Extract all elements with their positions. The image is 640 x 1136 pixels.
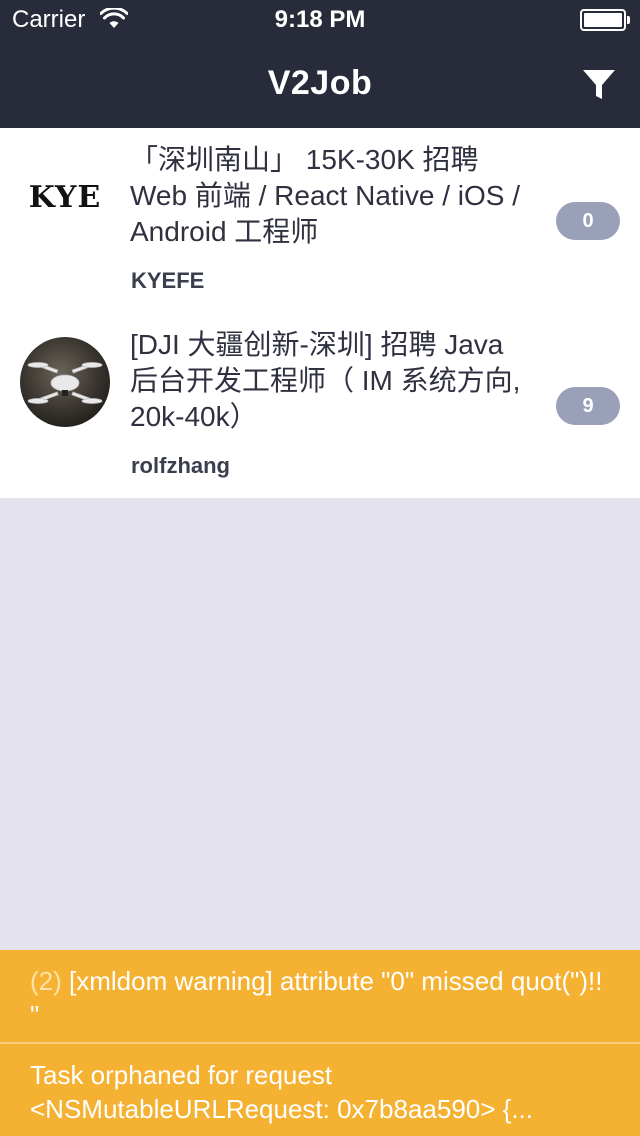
warning-banners: (2) [xmldom warning] attribute "0" misse… [0,950,640,1136]
warning-message: [xmldom warning] attribute "0" missed qu… [30,966,603,1030]
reply-count-badge: 9 [556,387,620,425]
screen: Carrier 9:18 PM V2Job KYE 「深圳南山」 15K-30K… [0,0,640,1136]
job-title: [DJI 大疆创新-深圳] 招聘 Java 后台开发工程师（ IM 系统方向, … [130,329,521,432]
list-item[interactable]: [DJI 大疆创新-深圳] 招聘 Java 后台开发工程师（ IM 系统方向, … [0,313,640,498]
warning-message-line: <NSMutableURLRequest: 0x7b8aa590> {... [30,1094,534,1124]
status-bar: Carrier 9:18 PM [0,0,640,40]
warning-message-line: Task orphaned for request [30,1060,333,1090]
clock: 9:18 PM [274,6,366,33]
yellowbox-warning[interactable]: (2) [xmldom warning] attribute "0" misse… [0,950,640,1042]
drone-image [20,337,110,427]
header: Carrier 9:18 PM V2Job [0,0,640,128]
battery-icon [580,9,630,31]
job-author: KYEFE [131,268,205,293]
job-title: 「深圳南山」 15K-30K 招聘 Web 前端 / React Native … [130,144,521,247]
avatar [20,337,110,427]
avatar: KYE [20,152,110,242]
yellowbox-warning[interactable]: Task orphaned for request <NSMutableURLR… [0,1042,640,1136]
job-list: KYE 「深圳南山」 15K-30K 招聘 Web 前端 / React Nat… [0,128,640,498]
reply-count-badge: 0 [556,202,620,240]
page-title: V2Job [267,64,373,102]
list-item[interactable]: KYE 「深圳南山」 15K-30K 招聘 Web 前端 / React Nat… [0,128,640,313]
job-author: rolfzhang [131,453,230,478]
filter-icon[interactable] [580,66,618,104]
warning-count: (2) [30,966,62,996]
avatar-logo-text: KYE [28,179,102,215]
